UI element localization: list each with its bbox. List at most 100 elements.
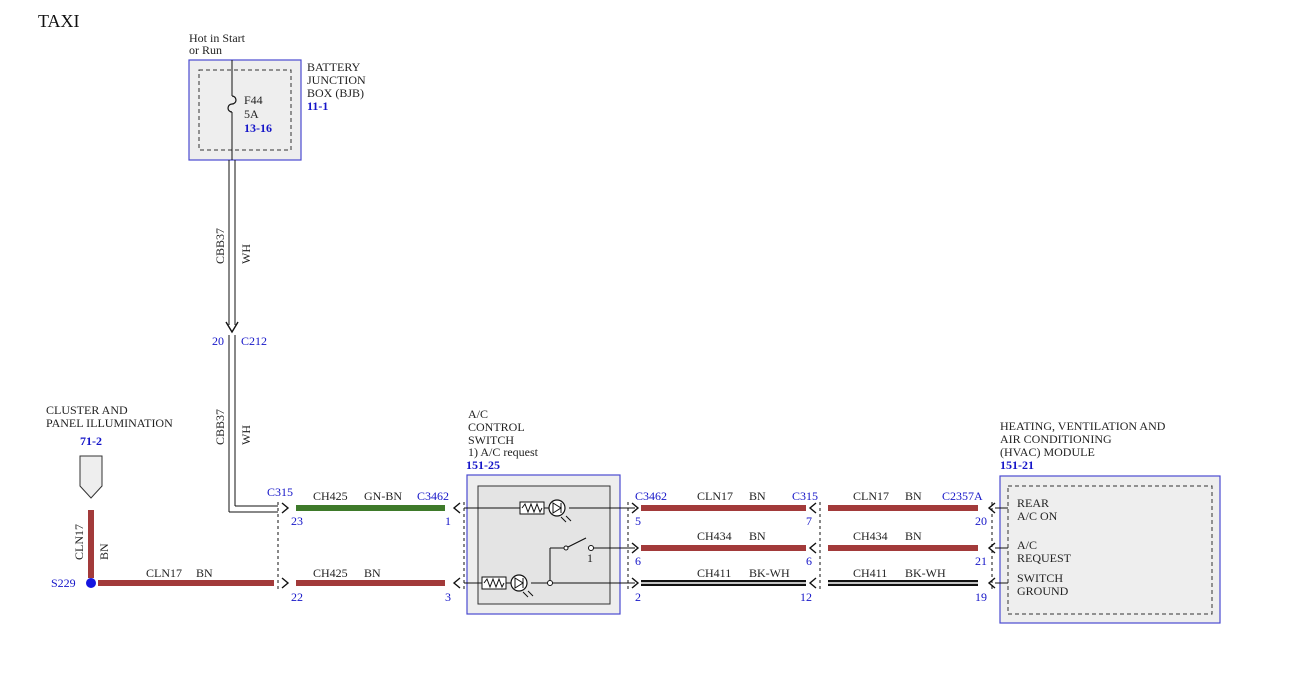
- wire-r1b-color: BN: [905, 489, 922, 503]
- wire-r2b-circuit: CH434: [853, 529, 888, 543]
- wire-cln17-vertical-color: BN: [97, 543, 111, 560]
- wire-r3a-color: BK-WH: [749, 566, 790, 580]
- wire-r2b[interactable]: CH434 BN: [828, 529, 978, 551]
- wire-r1a-circuit: CLN17: [697, 489, 733, 503]
- hvac-ref[interactable]: 151-21: [1000, 458, 1034, 472]
- c3462-right-pin-3: 2: [635, 590, 641, 604]
- wire-r3a-circuit: CH411: [697, 566, 731, 580]
- c2357a-label: C2357A: [942, 489, 983, 503]
- battery-junction-box[interactable]: Hot in Start or Run F44 5A 13-16 BATTERY…: [188, 31, 366, 161]
- connector-c212[interactable]: 20 C212: [212, 321, 267, 348]
- hvac-rear-line1: REAR: [1017, 496, 1049, 510]
- bjb-name-line2: JUNCTION: [307, 73, 366, 87]
- wire-r2a[interactable]: CH434 BN: [641, 529, 806, 551]
- c2357a-pin-3: 19: [975, 590, 987, 604]
- ac-switch-ref[interactable]: 151-25: [466, 458, 500, 472]
- c315-right-arrow-3-icon: [808, 577, 817, 589]
- c315-left-pin-bottom: 22: [291, 590, 303, 604]
- c2357a-pin-1: 20: [975, 514, 987, 528]
- c315-right-pin-3: 12: [800, 590, 812, 604]
- bjb-ref[interactable]: 11-1: [307, 99, 328, 113]
- ac-switch-name-line1: A/C: [468, 407, 488, 421]
- splice-s229[interactable]: S229: [51, 576, 96, 590]
- wire-ch425-bottom[interactable]: CH425 BN: [296, 566, 445, 586]
- hvac-gnd-line1: SWITCH: [1017, 571, 1063, 585]
- c315-right-arrow-1-icon: [808, 502, 817, 514]
- hvac-req-line1: A/C: [1017, 538, 1037, 552]
- wire-r2a-color: BN: [749, 529, 766, 543]
- wire-r3b[interactable]: CH411 BK-WH: [828, 566, 978, 586]
- wire-r1a-color: BN: [749, 489, 766, 503]
- c315-right-pin-2: 6: [806, 554, 812, 568]
- wire-cln17-left-color: BN: [196, 566, 213, 580]
- wire-cln17-vertical[interactable]: CLN17 BN: [72, 510, 111, 578]
- wiring-diagram: TAXI Hot in Start or Run F44 5A 13-16 BA…: [38, 11, 1221, 624]
- hvac-name-line2: AIR CONDITIONING: [1000, 432, 1112, 446]
- c3462-right-label: C3462: [635, 489, 667, 503]
- bjb-name-line1: BATTERY: [307, 60, 361, 74]
- c3462-right-pin-1: 5: [635, 514, 641, 528]
- switch-common-icon: [547, 580, 553, 586]
- bjb-feed-line2: or Run: [189, 43, 222, 57]
- hvac-gnd-line2: GROUND: [1017, 584, 1069, 598]
- wire-r3b-color: BK-WH: [905, 566, 946, 580]
- c212-arrow-icon: [225, 321, 239, 334]
- fuse-rating: 5A: [244, 107, 259, 121]
- wire-cbb37-lower-color: WH: [239, 425, 253, 445]
- c3462-left-arrow-bottom-icon: [452, 577, 461, 589]
- c3462-left-label: C3462: [417, 489, 449, 503]
- c212-label: C212: [241, 334, 267, 348]
- switch-contact-icon: [588, 545, 594, 551]
- c3462-left-pin-top: 1: [445, 514, 451, 528]
- c315-right-pin-1: 7: [806, 514, 812, 528]
- c315-right-label: C315: [792, 489, 818, 503]
- ac-control-switch[interactable]: A/C CONTROL SWITCH 1) A/C request 151-25: [464, 407, 635, 615]
- c3462-right-pin-2: 6: [635, 554, 641, 568]
- c2357a-pin-2: 21: [975, 554, 987, 568]
- bjb-name-line3: BOX (BJB): [307, 86, 364, 100]
- c3462-left-arrow-top-icon: [452, 502, 461, 514]
- splice-label: S229: [51, 576, 76, 590]
- c3462-left-pin-bottom: 3: [445, 590, 451, 604]
- wire-r2b-color: BN: [905, 529, 922, 543]
- led-top-icon: [548, 499, 566, 517]
- c315-left-arrow-top-icon: [281, 502, 290, 514]
- cluster-panel-illumination[interactable]: CLUSTER AND PANEL ILLUMINATION 71-2: [46, 403, 173, 499]
- cluster-connector-icon: [79, 455, 103, 499]
- c315-left-label: C315: [267, 485, 293, 499]
- hvac-req-line2: REQUEST: [1017, 551, 1072, 565]
- hvac-rear-line2: A/C ON: [1017, 509, 1058, 523]
- wire-ch425-bottom-circuit: CH425: [313, 566, 348, 580]
- hvac-name-line1: HEATING, VENTILATION AND: [1000, 419, 1166, 433]
- wire-cln17-vertical-circuit: CLN17: [72, 524, 86, 560]
- wire-r3a[interactable]: CH411 BK-WH: [641, 566, 806, 586]
- c315-left-arrow-bottom-icon: [281, 577, 290, 589]
- switch-position-label: 1: [587, 551, 593, 565]
- splice-dot-icon: [86, 578, 96, 588]
- ac-switch-name-line2: CONTROL: [468, 420, 525, 434]
- connector-c315-left[interactable]: C315 23 22: [267, 485, 303, 604]
- wire-r3b-circuit: CH411: [853, 566, 887, 580]
- wire-ch425-top-circuit: CH425: [313, 489, 348, 503]
- wire-r1b-circuit: CLN17: [853, 489, 889, 503]
- cluster-ref[interactable]: 71-2: [80, 434, 102, 448]
- c315-left-pin-top: 23: [291, 514, 303, 528]
- wire-cbb37-upper[interactable]: CBB37 WH: [213, 160, 253, 325]
- fuse-name: F44: [244, 93, 263, 107]
- c212-pin: 20: [212, 334, 224, 348]
- cluster-name-line2: PANEL ILLUMINATION: [46, 416, 173, 430]
- wire-cln17-left-circuit: CLN17: [146, 566, 182, 580]
- hvac-name-line3: (HVAC) MODULE: [1000, 445, 1095, 459]
- fuse-ref[interactable]: 13-16: [244, 121, 272, 135]
- wire-r2a-circuit: CH434: [697, 529, 732, 543]
- wire-cbb37-upper-circuit: CBB37: [213, 228, 227, 264]
- wire-cln17-left[interactable]: CLN17 BN: [98, 566, 274, 586]
- c315-right-arrow-2-icon: [808, 542, 817, 554]
- wire-ch425-bottom-color: BN: [364, 566, 381, 580]
- diagram-title: TAXI: [38, 11, 80, 31]
- wire-ch425-top-color: GN-BN: [364, 489, 402, 503]
- wire-cbb37-lower-circuit: CBB37: [213, 409, 227, 445]
- cluster-name-line1: CLUSTER AND: [46, 403, 128, 417]
- wire-cbb37-upper-color: WH: [239, 244, 253, 264]
- hvac-module[interactable]: HEATING, VENTILATION AND AIR CONDITIONIN…: [995, 419, 1221, 624]
